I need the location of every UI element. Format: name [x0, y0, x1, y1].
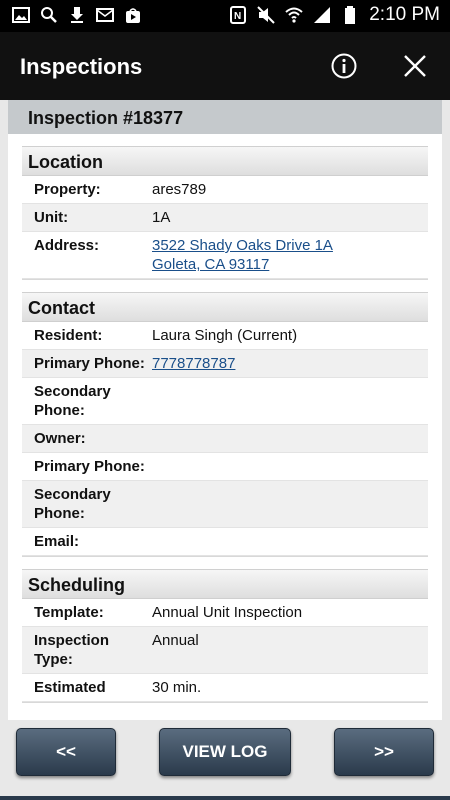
status-icons-right: N 2:10 PM: [229, 4, 440, 26]
inspection-type-label-line-1: Inspection: [34, 632, 110, 649]
previous-button[interactable]: <<: [16, 728, 116, 776]
secondary-phone-label-line-2: Phone:: [34, 402, 85, 419]
nfc-icon: N: [230, 6, 247, 24]
template-value: Annual Unit Inspection: [152, 604, 303, 621]
unit-label: Unit:: [34, 209, 69, 226]
scheduling-section: Scheduling Template: Annual Unit Inspect…: [22, 569, 428, 703]
secondary-phone-label-line-1: Secondary: [34, 383, 111, 400]
address-label: Address:: [34, 237, 100, 254]
property-label: Property:: [34, 181, 101, 198]
location-section: Location Property: ares789 Unit: 1A Addr…: [22, 146, 428, 280]
resident-label: Resident:: [34, 327, 103, 344]
contact-section: Contact Resident: Laura Singh (Current) …: [22, 292, 428, 557]
owner-secondary-phone-label: Secondary Phone:: [34, 485, 152, 523]
template-row: Template: Annual Unit Inspection: [22, 599, 428, 627]
next-button[interactable]: >>: [334, 728, 434, 776]
address-link[interactable]: 3522 Shady Oaks Drive 1A Goleta, CA 9311…: [152, 236, 333, 274]
svg-text:N: N: [234, 11, 241, 22]
view-log-button[interactable]: VIEW LOG: [159, 728, 291, 776]
property-value: ares789: [152, 181, 207, 198]
estimated-label: Estimated: [34, 679, 106, 696]
inspection-title: Inspection #18377: [8, 100, 442, 134]
owner-secondary-phone-label-line-1: Secondary: [34, 486, 111, 503]
unit-row: Unit: 1A: [22, 204, 428, 232]
owner-label: Owner:: [34, 430, 86, 447]
secondary-phone-row: Secondary Phone:: [22, 378, 428, 425]
close-icon[interactable]: [403, 54, 427, 78]
page-title: Inspections: [20, 54, 143, 79]
mute-icon: [257, 6, 275, 24]
owner-primary-phone-row: Primary Phone:: [22, 453, 428, 481]
address-line-1: 3522 Shady Oaks Drive 1A: [152, 237, 333, 254]
download-icon: [71, 7, 83, 23]
contact-header: Contact: [22, 292, 428, 322]
status-time: 2:10 PM: [369, 4, 440, 25]
wifi-icon: [285, 7, 303, 23]
resident-value: Laura Singh (Current): [152, 327, 298, 344]
address-row: Address: 3522 Shady Oaks Drive 1A Goleta…: [22, 232, 428, 279]
inspection-detail[interactable]: Inspection #18377 Location Property: are…: [8, 100, 442, 720]
footer-toolbar: << VIEW LOG >>: [0, 720, 450, 800]
inspection-type-label-line-2: Type:: [34, 651, 73, 668]
property-row: Property: ares789: [22, 176, 428, 204]
email-row: Email:: [22, 528, 428, 556]
info-icon[interactable]: [331, 53, 357, 79]
email-icon: [96, 8, 114, 22]
primary-phone-link[interactable]: 7778778787: [152, 354, 235, 373]
scheduling-header: Scheduling: [22, 569, 428, 599]
status-bar: N 2:10 PM: [0, 0, 450, 32]
signal-icon: [314, 7, 331, 23]
inspection-type-row: Inspection Type: Annual: [22, 627, 428, 674]
resident-row: Resident: Laura Singh (Current): [22, 322, 428, 350]
status-icons-left: [12, 6, 142, 24]
location-header: Location: [22, 146, 428, 176]
play-store-icon: [126, 8, 140, 23]
estimated-value: 30 min.: [152, 679, 202, 696]
template-label: Template:: [34, 604, 104, 621]
inspection-type-label: Inspection Type:: [34, 631, 152, 669]
email-label: Email:: [34, 533, 80, 550]
app-bar: Inspections: [0, 32, 450, 100]
unit-value: 1A: [152, 209, 171, 226]
primary-phone-label: Primary Phone:: [34, 355, 145, 372]
estimated-row: Estimated 30 min.: [22, 674, 428, 702]
owner-row: Owner:: [22, 425, 428, 453]
owner-secondary-phone-label-line-2: Phone:: [34, 505, 85, 522]
address-line-2: Goleta, CA 93117: [152, 256, 270, 273]
owner-primary-phone-label: Primary Phone:: [34, 458, 145, 475]
gallery-icon: [12, 7, 30, 23]
owner-secondary-phone-row: Secondary Phone:: [22, 481, 428, 528]
battery-icon: [345, 6, 356, 24]
primary-phone-row: Primary Phone: 7778778787: [22, 350, 428, 378]
bottom-divider: [0, 796, 450, 800]
inspection-type-value: Annual: [152, 632, 199, 649]
secondary-phone-label: Secondary Phone:: [34, 382, 152, 420]
search-icon: [41, 7, 57, 23]
